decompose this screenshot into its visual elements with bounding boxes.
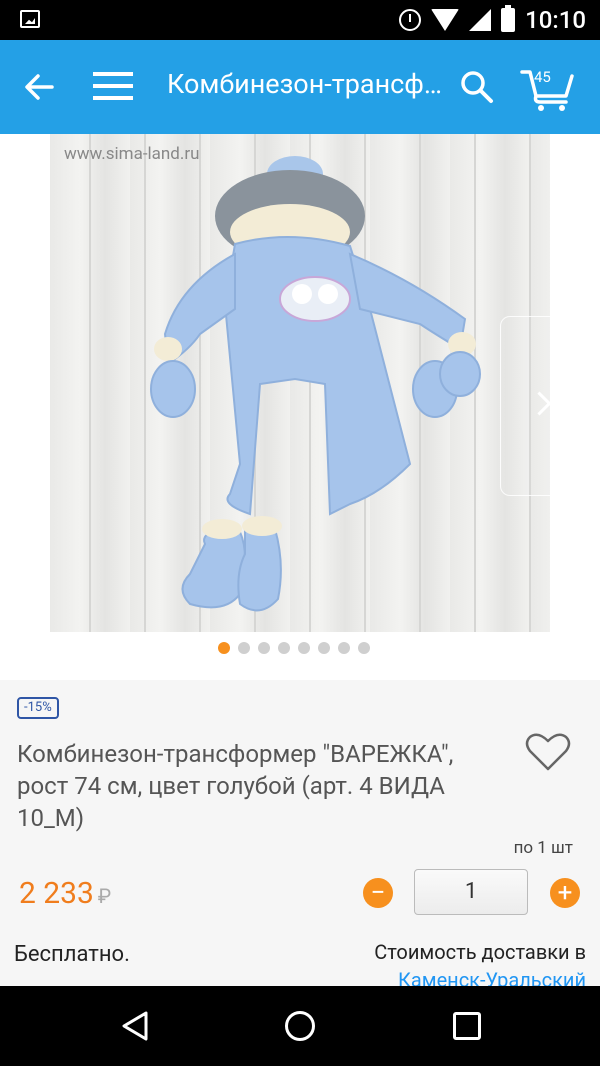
status-time: 10:10	[525, 6, 586, 34]
pagination-dot[interactable]	[338, 642, 350, 654]
per-unit-label: по 1 шт	[513, 838, 573, 858]
status-bar: 10:10	[0, 0, 600, 40]
quantity-input[interactable]: 1	[414, 869, 528, 915]
system-navigation-bar	[0, 986, 600, 1066]
product-title: Комбинезон-трансформер "ВАРЕЖКА", рост 7…	[17, 740, 454, 832]
page-title: Комбинезон-трансф…	[167, 68, 442, 100]
pagination-dot[interactable]	[298, 642, 310, 654]
decrease-quantity-button[interactable]: −	[363, 878, 393, 908]
gallery-notification-icon	[20, 10, 40, 28]
price-value: 2 233	[19, 876, 94, 911]
delivery-city-link[interactable]: Каменск-Уральский	[398, 968, 586, 986]
snowsuit-illustration	[89, 134, 531, 632]
search-icon[interactable]	[460, 70, 494, 104]
delivery-cost-label: Стоимость доставки в	[374, 940, 586, 964]
product-price: 2 233 ₽	[19, 876, 111, 911]
currency-symbol: ₽	[97, 884, 112, 908]
app-toolbar: Комбинезон-трансф… 45	[0, 40, 600, 134]
discount-badge: -15%	[17, 697, 59, 719]
pagination-dot[interactable]	[318, 642, 330, 654]
pagination-dot[interactable]	[358, 642, 370, 654]
watermark-text: www.sima-land.ru	[64, 144, 200, 164]
nav-back-icon[interactable]	[120, 1010, 150, 1042]
alarm-icon	[399, 9, 422, 31]
pagination-dot[interactable]	[238, 642, 250, 654]
status-icons: 10:10	[399, 5, 586, 34]
back-arrow-icon[interactable]	[22, 70, 56, 104]
pagination-dot[interactable]	[278, 642, 290, 654]
menu-icon[interactable]	[93, 72, 133, 100]
next-image-button[interactable]	[500, 316, 584, 496]
product-info: -15% Комбинезон-трансформер "ВАРЕЖКА", р…	[0, 680, 600, 986]
gallery-pagination[interactable]	[218, 642, 370, 654]
cart-count-badge: 45	[534, 68, 551, 86]
pagination-dot[interactable]	[218, 642, 230, 654]
pagination-dot[interactable]	[258, 642, 270, 654]
wifi-icon	[431, 9, 460, 31]
battery-icon	[501, 5, 516, 32]
product-photo[interactable]: www.sima-land.ru	[50, 134, 550, 632]
increase-quantity-button[interactable]: +	[550, 878, 580, 908]
signal-icon	[469, 9, 492, 31]
nav-recents-icon[interactable]	[453, 1012, 481, 1040]
delivery-free-label: Бесплатно.	[14, 942, 130, 967]
nav-home-icon[interactable]	[285, 1011, 315, 1041]
favorite-heart-icon[interactable]	[525, 732, 571, 772]
product-gallery[interactable]: www.sima-land.ru	[0, 134, 600, 680]
